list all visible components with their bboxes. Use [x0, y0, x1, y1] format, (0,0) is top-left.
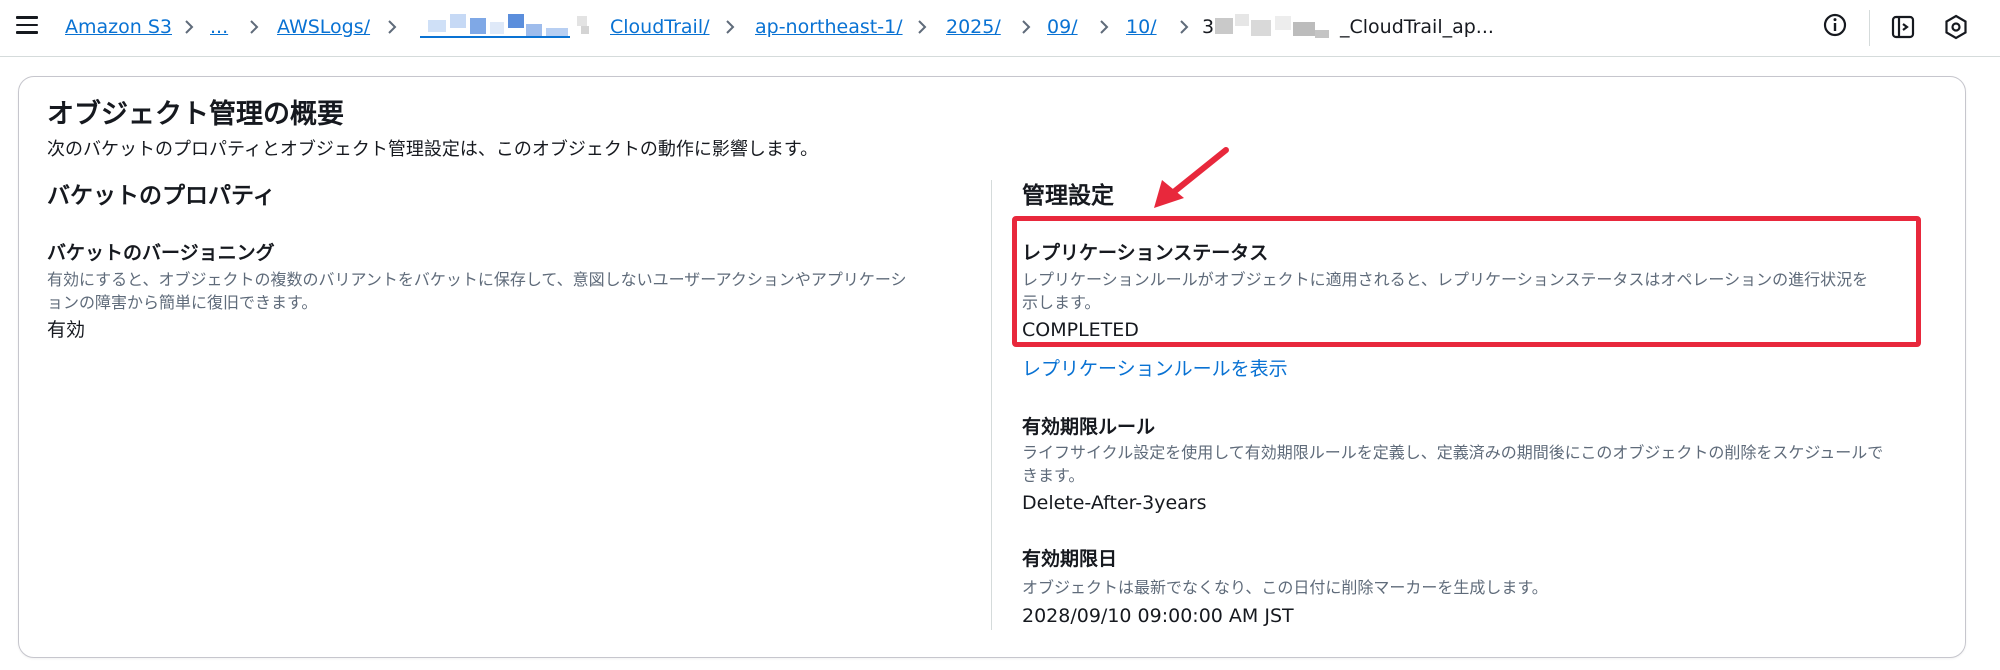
- menu-icon[interactable]: [16, 14, 38, 36]
- page-description: 次のバケットのプロパティとオブジェクト管理設定は、このオブジェクトの動作に影響し…: [47, 139, 819, 160]
- chevron-right-icon: [1022, 20, 1031, 34]
- expiration-rule-value: Delete-After-3years: [1022, 492, 1207, 514]
- annotation-arrow: [1154, 147, 1229, 208]
- redacted-object-name: [1215, 14, 1335, 38]
- breadcrumb-region[interactable]: ap-northeast-1/: [755, 14, 903, 40]
- settings-icon[interactable]: [1943, 14, 1969, 40]
- expiration-rule-label: 有効期限ルール: [1022, 416, 1156, 438]
- expiration-date-description: オブジェクトは最新でなくなり、この日付に削除マーカーを生成します。: [1022, 578, 1548, 597]
- bucket-properties-heading: バケットのプロパティ: [47, 183, 276, 209]
- breadcrumb-ellipsis[interactable]: ...: [210, 14, 228, 40]
- view-replication-rules-link[interactable]: レプリケーションルールを表示: [1022, 356, 1288, 382]
- chevron-right-icon: [388, 20, 397, 34]
- chevron-right-icon: [185, 20, 194, 34]
- expiration-date-value: 2028/09/10 09:00:00 AM JST: [1022, 605, 1294, 627]
- expiration-rule-description-line2: きます。: [1022, 466, 1085, 485]
- page-title: オブジェクト管理の概要: [47, 99, 344, 130]
- redacted-separator: [577, 14, 591, 38]
- management-heading: 管理設定: [1022, 183, 1114, 209]
- toolbar-divider: [1869, 10, 1870, 46]
- column-divider: [991, 180, 992, 630]
- expiration-rule-description-line1: ライフサイクル設定を使用して有効期限ルールを定義し、定義済みの期間後にこのオブジ…: [1022, 443, 1884, 462]
- chevron-right-icon: [726, 20, 735, 34]
- feedback-icon[interactable]: [1890, 14, 1916, 40]
- expiration-date-label: 有効期限日: [1022, 548, 1118, 570]
- replication-highlight-box: [1012, 216, 1921, 347]
- chevron-right-icon: [918, 20, 927, 34]
- chevron-right-icon: [1180, 20, 1189, 34]
- current-object-prefix: 3: [1202, 16, 1215, 38]
- current-object-name: _CloudTrail_ap...: [1340, 16, 1494, 38]
- breadcrumb-amazon-s3[interactable]: Amazon S3: [65, 14, 172, 40]
- redacted-account-id[interactable]: [420, 14, 570, 38]
- chevron-right-icon: [1100, 20, 1109, 34]
- breadcrumb-year[interactable]: 2025/: [946, 14, 1001, 40]
- chevron-right-icon: [250, 20, 259, 34]
- breadcrumb-awslogs[interactable]: AWSLogs/: [277, 14, 370, 40]
- versioning-label: バケットのバージョニング: [47, 242, 275, 264]
- versioning-description-line1: 有効にすると、オブジェクトの複数のバリアントをバケットに保存して、意図しないユー…: [47, 270, 907, 289]
- versioning-value: 有効: [47, 319, 86, 341]
- breadcrumb-cloudtrail[interactable]: CloudTrail/: [610, 14, 710, 40]
- versioning-description-line2: ョンの障害から簡単に復旧できます。: [47, 293, 318, 312]
- info-icon[interactable]: [1822, 12, 1848, 38]
- breadcrumb-day[interactable]: 10/: [1126, 14, 1157, 40]
- breadcrumb-month[interactable]: 09/: [1047, 14, 1078, 40]
- object-management-panel: [18, 76, 1966, 658]
- top-navigation: Amazon S3 ... AWSLogs/ CloudTrail/ ap-no…: [0, 0, 2000, 57]
